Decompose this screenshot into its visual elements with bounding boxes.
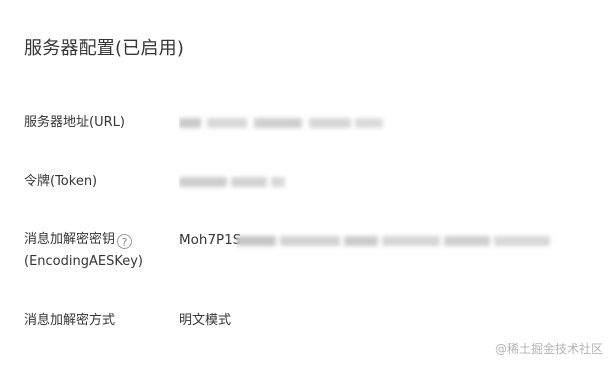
encryption-mode-label: 消息加解密方式 xyxy=(24,313,116,328)
watermark: @稀土掘金技术社区 xyxy=(494,342,603,356)
token-value-redacted xyxy=(179,173,294,191)
aes-key-value-visible: Moh7P1S xyxy=(179,232,242,248)
token-label: 令牌(Token) xyxy=(24,174,98,189)
encryption-mode-value: 明文模式 xyxy=(179,313,232,328)
question-circle-icon[interactable]: ? xyxy=(117,234,133,249)
server-url-value-redacted xyxy=(179,114,394,132)
server-url-label: 服务器地址(URL) xyxy=(24,115,125,130)
aes-key-label-line2: (EncodingAESKey) xyxy=(24,254,143,269)
page-title: 服务器配置(已启用) xyxy=(24,38,185,59)
aes-key-value-redacted xyxy=(236,232,556,250)
aes-key-label-line1: 消息加解密密钥 xyxy=(24,232,116,247)
aes-key-label: 消息加解密密钥? (EncodingAESKey) xyxy=(24,229,143,273)
